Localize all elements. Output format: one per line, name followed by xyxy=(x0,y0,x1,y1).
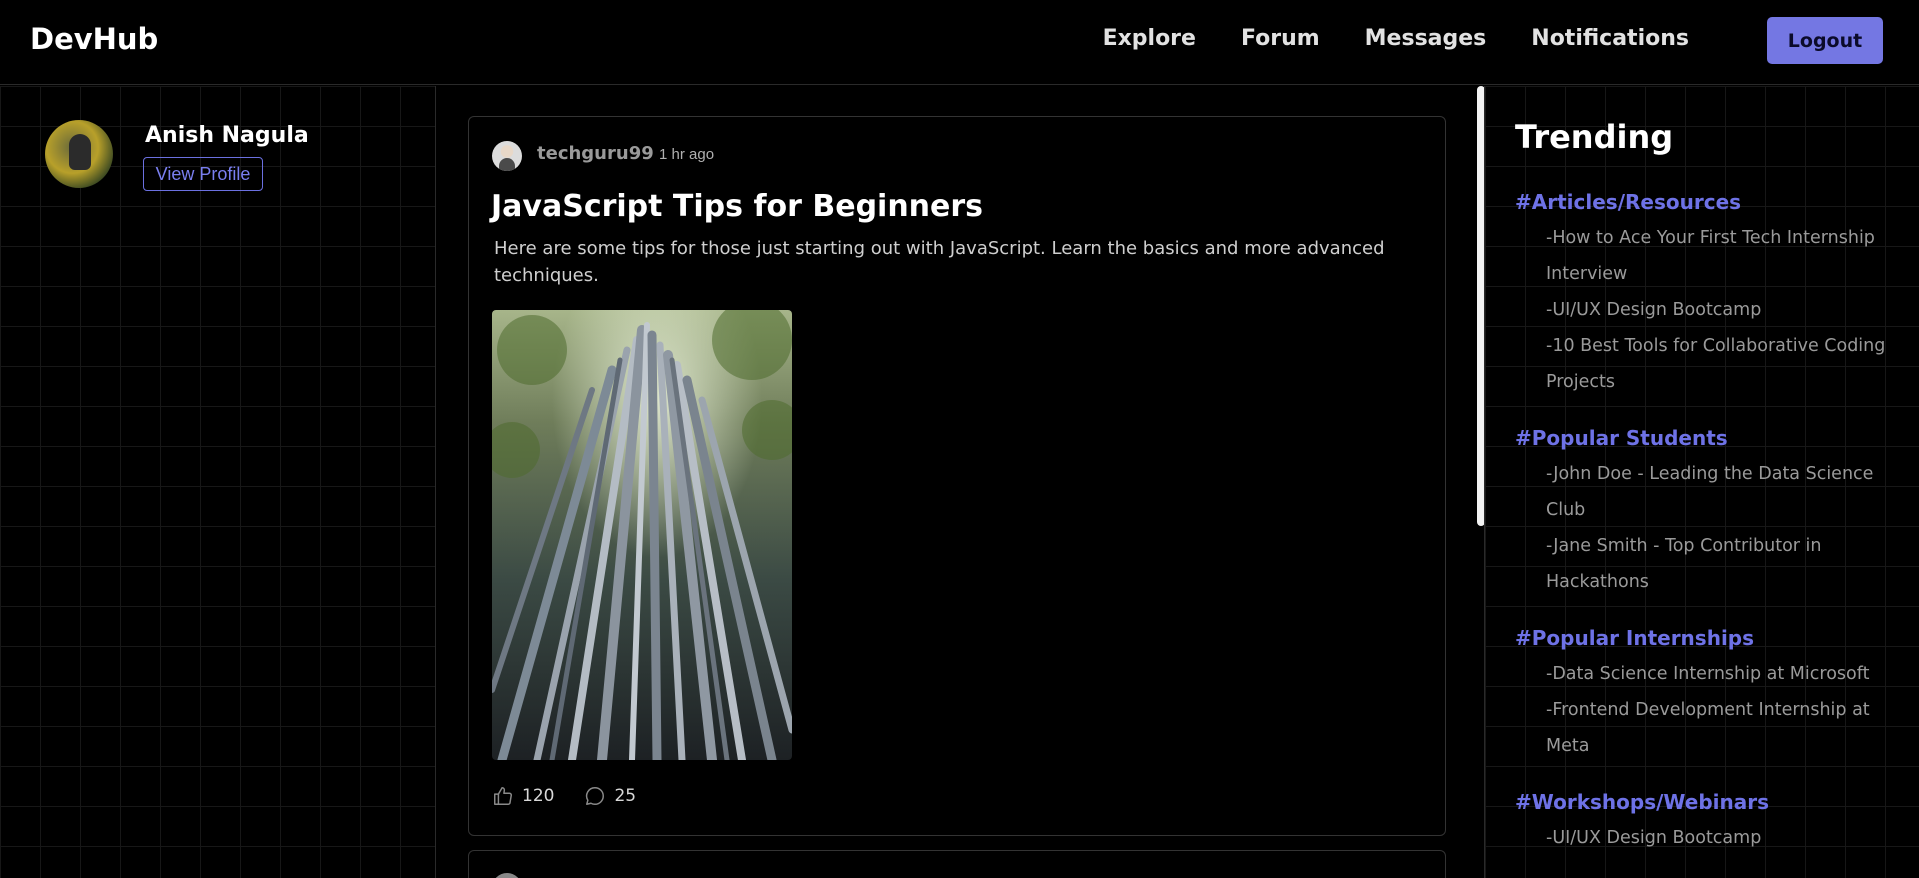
nav-links: Explore Forum Messages Notifications xyxy=(1103,26,1689,51)
brand-logo[interactable]: DevHub xyxy=(30,22,158,56)
avatar[interactable] xyxy=(45,120,113,188)
post-title: JavaScript Tips for Beginners xyxy=(491,189,984,224)
top-navbar: DevHub Explore Forum Messages Notificati… xyxy=(0,0,1919,85)
nav-forum[interactable]: Forum xyxy=(1241,26,1320,51)
profile-name: Anish Nagula xyxy=(145,123,309,148)
view-profile-button[interactable]: View Profile xyxy=(143,157,263,191)
trend-heading[interactable]: #Articles/Resources xyxy=(1515,190,1895,214)
logout-button[interactable]: Logout xyxy=(1767,17,1883,64)
trending-sidebar: Trending #Articles/Resources -How to Ace… xyxy=(1485,86,1919,878)
comment-count: 25 xyxy=(614,786,637,806)
trend-section: #Workshops/Webinars -UI/UX Design Bootca… xyxy=(1515,790,1895,856)
left-sidebar: Anish Nagula View Profile xyxy=(0,86,436,878)
post-card: techguru99 1 hr ago JavaScript Tips for … xyxy=(468,116,1446,836)
nav-notifications[interactable]: Notifications xyxy=(1531,26,1689,51)
post-timestamp: 1 hr ago xyxy=(659,146,715,163)
trend-item[interactable]: -UI/UX Design Bootcamp xyxy=(1515,820,1895,856)
author-avatar[interactable] xyxy=(492,141,522,171)
nav-explore[interactable]: Explore xyxy=(1103,26,1196,51)
trend-item[interactable]: -UI/UX Design Bootcamp xyxy=(1515,292,1895,328)
trend-item[interactable]: -10 Best Tools for Collaborative Coding … xyxy=(1515,328,1895,400)
post-card xyxy=(468,850,1446,878)
post-actions: 120 25 xyxy=(492,785,666,807)
trend-heading[interactable]: #Popular Internships xyxy=(1515,626,1895,650)
like-count: 120 xyxy=(522,786,555,806)
post-author[interactable]: techguru99 xyxy=(537,143,654,164)
trend-section: #Popular Internships -Data Science Inter… xyxy=(1515,626,1895,764)
trend-item[interactable]: -How to Ace Your First Tech Internship I… xyxy=(1515,220,1895,292)
trend-heading[interactable]: #Popular Students xyxy=(1515,426,1895,450)
trending-list: #Articles/Resources -How to Ace Your Fir… xyxy=(1515,190,1895,878)
trending-title: Trending xyxy=(1515,118,1674,156)
comment-button[interactable]: 25 xyxy=(584,785,636,807)
trend-item[interactable]: -Jane Smith - Top Contributor in Hackath… xyxy=(1515,528,1895,600)
trend-section: #Popular Students -John Doe - Leading th… xyxy=(1515,426,1895,600)
comment-icon xyxy=(586,787,605,805)
thumbs-up-icon xyxy=(494,787,512,805)
main-feed: techguru99 1 hr ago JavaScript Tips for … xyxy=(437,86,1475,878)
like-button[interactable]: 120 xyxy=(492,785,554,807)
trend-section: #Articles/Resources -How to Ace Your Fir… xyxy=(1515,190,1895,400)
trend-item[interactable]: -John Doe - Leading the Data Science Clu… xyxy=(1515,456,1895,528)
author-avatar[interactable] xyxy=(492,873,522,878)
nav-messages[interactable]: Messages xyxy=(1365,26,1487,51)
trend-item[interactable]: -Frontend Development Internship at Meta xyxy=(1515,692,1895,764)
trend-item[interactable]: -Data Science Internship at Microsoft xyxy=(1515,656,1895,692)
post-image xyxy=(492,310,792,760)
trend-heading[interactable]: #Workshops/Webinars xyxy=(1515,790,1895,814)
post-body: Here are some tips for those just starti… xyxy=(494,238,1385,286)
